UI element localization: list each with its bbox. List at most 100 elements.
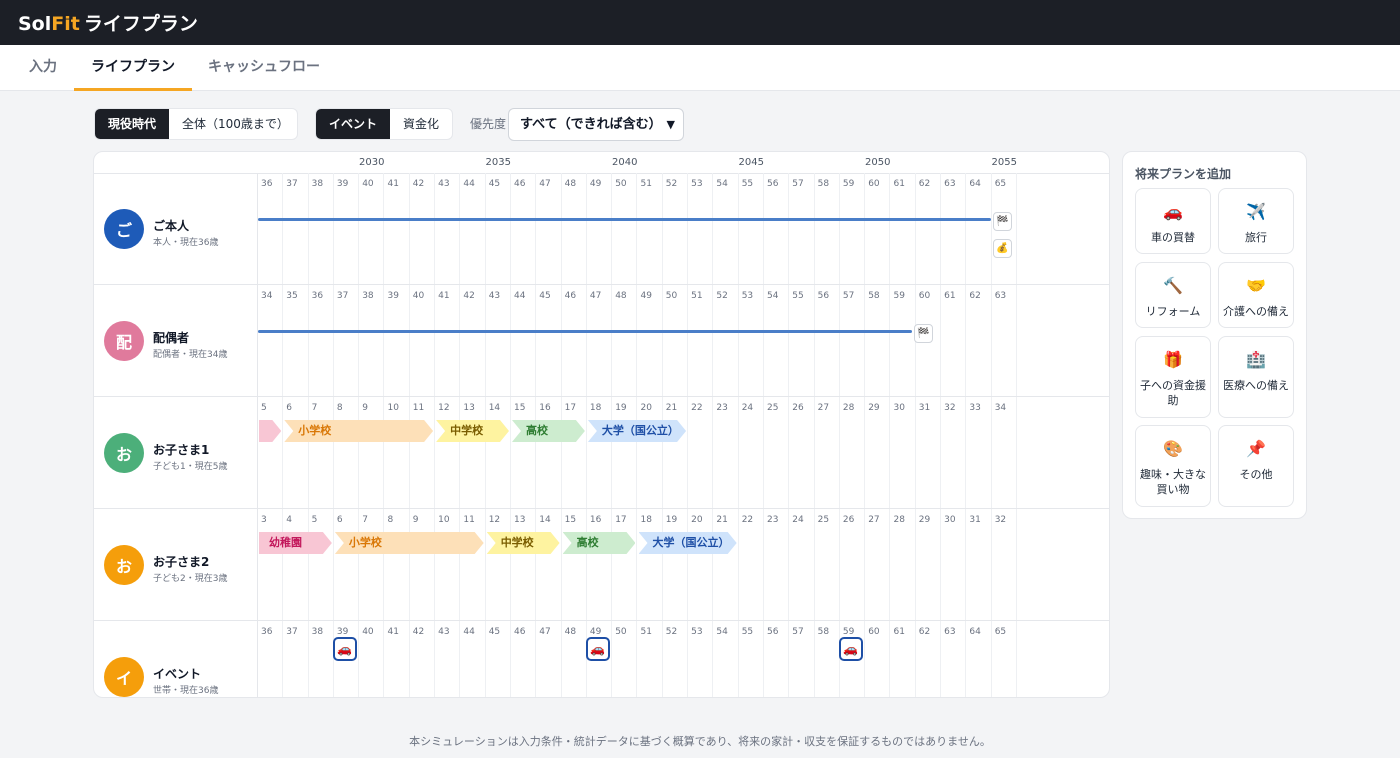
grid-column: 6 <box>334 509 360 620</box>
grid-column: 59 <box>891 285 916 396</box>
grid-column: 61 <box>891 173 916 284</box>
checkered-flag-icon[interactable]: 🏁 <box>913 324 933 343</box>
age-number: 44 <box>514 291 526 301</box>
hospital-icon: 🏥 <box>1246 350 1266 369</box>
grid-column: 48 <box>612 285 638 396</box>
school-stage-bar[interactable]: 幼稚園 <box>259 532 332 554</box>
grid-column: 55 <box>789 285 815 396</box>
grid-column: 47 <box>536 621 562 697</box>
add-plan-card[interactable]: 📌 その他 <box>1218 425 1294 507</box>
age-number: 37 <box>336 291 349 301</box>
timeline-row: おお子さま2 子ども2・現在3歳 3 4 5 6 7 8 9 10 11 12 13 14 15 16 17 18… <box>94 509 1109 621</box>
grid-column: 25 <box>815 509 840 620</box>
airplane-icon: ✈️ <box>1246 202 1266 221</box>
age-number: 30 <box>944 515 956 525</box>
school-stage-bar[interactable]: 大学（国公立） <box>639 532 737 554</box>
money-bag-icon[interactable]: 💰 <box>992 239 1012 258</box>
age-number: 62 <box>918 627 931 637</box>
add-plan-card[interactable]: ✈️ 旅行 <box>1218 188 1294 254</box>
grid-column: 49 <box>638 285 663 396</box>
grid-column: 50 <box>612 621 638 697</box>
year-label: 2045 <box>738 157 764 168</box>
period-working-button[interactable]: 現役時代 <box>95 109 170 139</box>
car-icon[interactable]: 🚗 <box>332 637 357 661</box>
view-funding-button[interactable]: 資金化 <box>390 109 452 139</box>
age-number: 40 <box>362 179 374 189</box>
age-number: 43 <box>438 179 450 189</box>
working-period-bar <box>258 218 991 221</box>
add-plan-card[interactable]: 🚗 車の買替 <box>1135 188 1211 254</box>
age-number: 28 <box>842 403 855 413</box>
school-stage-bar[interactable]: 小学校 <box>335 532 484 554</box>
age-number: 13 <box>463 403 475 413</box>
add-plan-card[interactable]: 🤝 介護への備え <box>1218 262 1294 328</box>
add-plan-card[interactable]: 🏥 医療への備え <box>1218 336 1294 418</box>
age-number: 22 <box>691 403 703 413</box>
age-number: 41 <box>387 179 399 189</box>
avatar: ご <box>104 209 144 249</box>
age-number: 12 <box>488 515 501 525</box>
age-number: 48 <box>564 179 577 189</box>
age-number: 15 <box>564 515 577 525</box>
grid-column: 34 <box>992 397 1017 508</box>
grid-column: 54 <box>764 285 790 396</box>
grid-column: 50 <box>612 173 638 284</box>
tab-input[interactable]: 入力 <box>12 45 74 91</box>
age-number: 61 <box>893 627 905 637</box>
add-plan-card[interactable]: 🔨 リフォーム <box>1135 262 1211 328</box>
grid-column: 30 <box>891 397 916 508</box>
age-number: 24 <box>741 403 754 413</box>
school-stage-bar[interactable]: 高校 <box>563 532 636 554</box>
priority-select[interactable]: すべて（できれば含む） ▼ <box>508 108 684 141</box>
tab-lifeplan[interactable]: ライフプラン <box>74 45 192 91</box>
period-all-button[interactable]: 全体（100歳まで） <box>169 109 297 139</box>
grid-column: 44 <box>460 173 486 284</box>
age-number: 16 <box>539 403 551 413</box>
school-stage-bar[interactable]: 中学校 <box>487 532 560 554</box>
car-icon[interactable]: 🚗 <box>838 637 863 661</box>
grid-column: 25 <box>764 397 790 508</box>
hammer-icon: 🔨 <box>1163 276 1183 295</box>
grid-column: 58 <box>815 173 840 284</box>
grid-column: 42 <box>410 173 436 284</box>
age-number: 55 <box>792 291 804 301</box>
add-plan-card[interactable]: 🎨 趣味・大きな買い物 <box>1135 425 1211 507</box>
grid-column: 41 <box>385 173 410 284</box>
age-number: 42 <box>412 179 425 189</box>
add-plan-card[interactable]: 🎁 子への資金援助 <box>1135 336 1211 418</box>
grid-column: 8 <box>334 397 360 508</box>
grid-column: 55 <box>739 621 764 697</box>
grid-column: 44 <box>511 285 537 396</box>
add-plan-label: 旅行 <box>1245 231 1267 244</box>
age-number: 25 <box>767 403 779 413</box>
car-icon[interactable]: 🚗 <box>585 637 610 661</box>
age-number: 10 <box>387 403 399 413</box>
priority-label: 優先度 <box>470 117 507 131</box>
grid-column: 9 <box>359 397 385 508</box>
brand-fit: Fit <box>51 13 80 35</box>
checkered-flag-icon[interactable]: 🏁 <box>992 212 1012 231</box>
view-toggle: イベント 資金化 <box>315 108 453 140</box>
school-stage-bar[interactable]: 中学校 <box>436 420 509 442</box>
school-stage-bar[interactable]: 小学校 <box>284 420 433 442</box>
palette-icon: 🎨 <box>1163 439 1183 458</box>
view-event-button[interactable]: イベント <box>316 109 391 139</box>
grid-column: 26 <box>789 397 815 508</box>
grid-column: 38 <box>309 173 334 284</box>
grid-column: 24 <box>789 509 815 620</box>
grid-column: 29 <box>865 397 891 508</box>
grid-column: 60 <box>865 621 891 697</box>
school-stage-bar[interactable]: 高校 <box>512 420 585 442</box>
tab-cashflow[interactable]: キャッシュフロー <box>191 45 337 91</box>
grid-column: 6 <box>283 397 309 508</box>
age-number: 21 <box>716 515 728 525</box>
grid-column: 46 <box>562 285 587 396</box>
school-stage-bar[interactable]: 大学（国公立） <box>588 420 686 442</box>
add-plan-label: 車の買替 <box>1151 231 1195 244</box>
grid-column: 47 <box>587 285 613 396</box>
age-grid: 3 4 5 6 7 8 9 10 11 12 13 14 15 16 17 18 19 20 21 22 23 24 25 2… <box>258 509 1109 620</box>
grid-column: 18 <box>587 397 613 508</box>
age-number: 5 <box>261 403 267 413</box>
age-number: 65 <box>994 179 1007 189</box>
grid-column: 51 <box>638 173 663 284</box>
